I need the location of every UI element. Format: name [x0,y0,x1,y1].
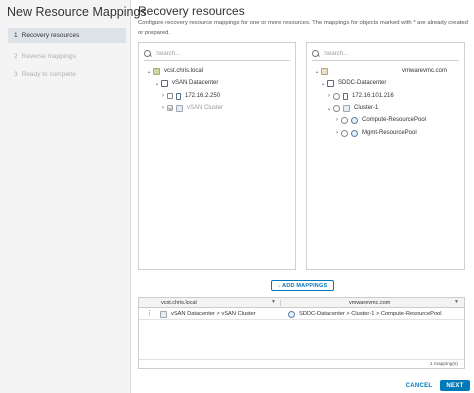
source-inventory-panel: ⌄ vcst.chris.local ⌄ vSAN Datacenter › 1… [138,42,296,270]
host-icon [343,92,348,100]
cloud-vcenter-icon [321,67,328,75]
filter-icon[interactable]: ▼ [271,300,276,305]
vcenter-icon [153,67,160,75]
tree-node-vcenter[interactable]: ⌄ vcst.chris.local [145,65,203,77]
tree-node-sddc-datacenter[interactable]: ⌄ SDDC-Datacenter [319,77,386,89]
chevron-right-icon[interactable]: › [333,117,341,123]
main-content: Recovery resources Configure recovery re… [131,0,474,393]
source-search[interactable] [144,47,290,61]
step-recovery-resources[interactable]: 1 Recovery resources [8,28,126,43]
next-button[interactable]: NEXT [440,380,470,391]
column-divider [280,300,281,306]
source-path: vSAN Datacenter > vSAN Cluster [171,311,256,317]
tree-node-datacenter[interactable]: ⌄ vSAN Datacenter [153,77,218,89]
cluster-radio[interactable] [333,104,340,112]
filter-icon[interactable]: ▼ [454,300,459,305]
cluster-icon [176,104,183,112]
tree-node-label: vSAN Datacenter [172,80,219,86]
target-cell: SDDC-Datacenter > Cluster-1 > Compute-Re… [288,308,442,320]
step-ready-to-complete: 3 Ready to complete [8,67,126,82]
chevron-right-icon[interactable]: › [159,105,167,111]
cluster-checkbox[interactable] [167,105,173,111]
step-reverse-mappings: 2 Reverse mappings [8,49,126,64]
resource-pool-icon [288,310,295,318]
grid-footer: 1 mapping(s) [139,359,464,368]
tree-node-label: vmwarevmc.com [402,68,448,74]
step-label: Recovery resources [21,32,80,39]
mappings-grid: vcst.chris.local ▼ vmwarevmc.com ▼ ⋮ vSA… [138,297,465,369]
tree-node-label: Compute-ResourcePool [362,117,427,123]
target-search[interactable] [312,47,459,61]
tree-node-cluster[interactable]: › vSAN Cluster [159,102,223,114]
chevron-down-icon[interactable]: ⌄ [319,80,327,87]
tree-node-cluster-1[interactable]: ⌄ Cluster-1 [325,102,378,114]
resource-pool-icon [351,116,358,124]
host-checkbox[interactable] [167,93,173,99]
host-radio[interactable] [333,92,340,100]
tree-node-mgmt-rp[interactable]: › Mgmt-ResourcePool [333,127,417,139]
tree-node-host[interactable]: › 172.16.2.250 [159,90,220,102]
target-search-input[interactable] [324,50,444,57]
chevron-right-icon[interactable]: › [333,130,341,136]
page-title: Recovery resources [138,4,245,18]
column-header-source[interactable]: vcst.chris.local [161,298,197,308]
column-header-target[interactable]: vmwarevmc.com [349,298,390,308]
cluster-icon [343,104,350,112]
row-actions-icon[interactable]: ⋮ [146,308,153,320]
step-number: 1 [14,32,18,39]
tree-node-label: vcst.chris.local [164,68,204,74]
chevron-down-icon[interactable]: ⌄ [325,105,333,112]
wizard-title: New Resource Mappings [7,5,147,19]
cancel-button[interactable]: CANCEL [403,380,435,391]
chevron-right-icon[interactable]: › [325,93,333,99]
table-row[interactable]: ⋮ vSAN Datacenter > vSAN Cluster SDDC-Da… [139,308,464,320]
step-number: 2 [14,53,18,60]
tree-node-label: vSAN Cluster [187,105,224,111]
source-search-input[interactable] [156,50,276,57]
target-inventory-panel: ⌄ vmwarevmc.com ⌄ SDDC-Datacenter › 172.… [306,42,465,270]
compute-rp-radio[interactable] [341,116,348,124]
datacenter-icon [161,79,168,87]
step-label: Ready to complete [21,71,76,78]
mgmt-rp-radio[interactable] [341,129,348,137]
add-mappings-button[interactable]: ↓ ADD MAPPINGS [271,280,334,291]
source-cell: vSAN Datacenter > vSAN Cluster [160,308,256,320]
tree-node-cloud-vcenter[interactable]: ⌄ vmwarevmc.com [313,65,447,77]
chevron-right-icon[interactable]: › [159,93,167,99]
chevron-down-icon[interactable]: ⌄ [153,80,161,87]
page-description: Configure recovery resource mappings for… [138,20,468,36]
target-path: SDDC-Datacenter > Cluster-1 > Compute-Re… [299,311,442,317]
tree-node-label: 172.16.2.250 [185,93,221,99]
host-icon [176,92,181,100]
step-label: Reverse mappings [21,53,76,60]
chevron-down-icon[interactable]: ⌄ [145,68,153,75]
tree-node-label: Mgmt-ResourcePool [362,130,417,136]
tree-node-label: 172.16.101.216 [352,93,394,99]
resource-pool-icon [351,129,358,137]
tree-node-compute-rp[interactable]: › Compute-ResourcePool [333,114,426,126]
search-icon [144,49,152,58]
grid-header: vcst.chris.local ▼ vmwarevmc.com ▼ [139,298,464,308]
tree-node-label: Cluster-1 [354,105,379,111]
datacenter-icon [327,79,334,87]
search-icon [312,49,320,58]
cluster-icon [160,310,167,318]
step-number: 3 [14,71,18,78]
wizard-sidebar: New Resource Mappings 1 Recovery resource… [0,0,147,393]
tree-node-host-216[interactable]: › 172.16.101.216 [325,90,394,102]
tree-node-label: SDDC-Datacenter [338,80,387,86]
chevron-down-icon[interactable]: ⌄ [313,68,321,75]
